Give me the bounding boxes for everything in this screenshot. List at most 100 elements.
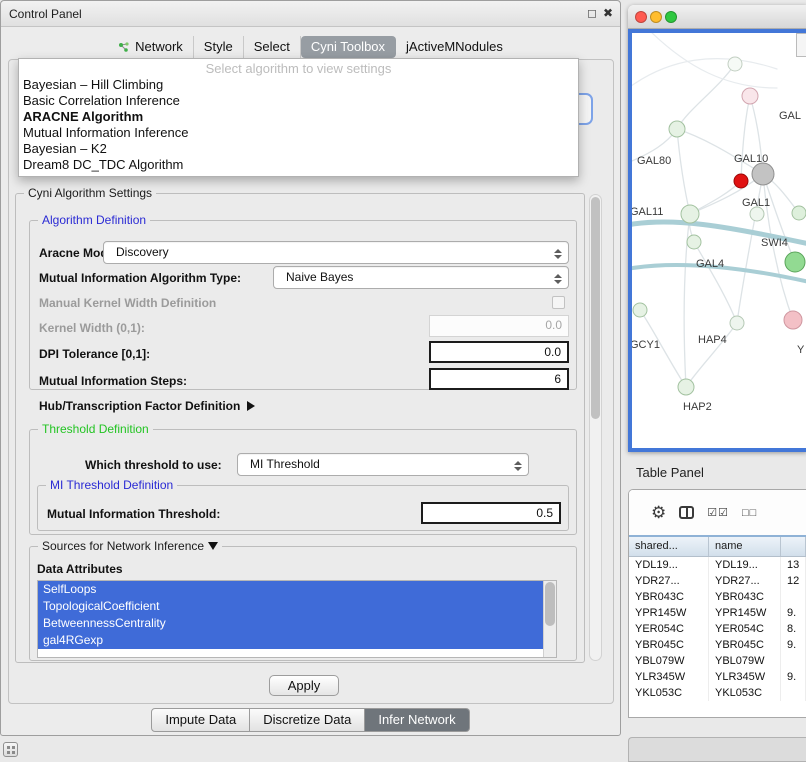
table-cell [781, 589, 806, 605]
tab-cyni-toolbox[interactable]: Cyni Toolbox [301, 36, 396, 58]
minimize-window-icon[interactable] [650, 11, 662, 23]
algorithm-option-basic-correlation-inference[interactable]: Basic Correlation Inference [19, 93, 578, 109]
table-row[interactable]: YBL079WYBL079W [629, 653, 806, 669]
table-cell: YDR27... [629, 573, 709, 589]
dpi-tolerance-field[interactable]: 0.0 [429, 341, 569, 363]
apply-button[interactable]: Apply [269, 675, 339, 696]
attribute-item-betweennesscentrality[interactable]: BetweennessCentrality [38, 615, 544, 632]
gear-icon[interactable]: ⚙ [651, 504, 666, 521]
which-threshold-value: MI Threshold [238, 454, 528, 475]
table-cell: YBR043C [629, 589, 709, 605]
mi-threshold-label: Mutual Information Threshold: [47, 507, 220, 521]
network-node[interactable] [633, 303, 647, 317]
network-node[interactable] [785, 252, 805, 272]
network-edge[interactable] [647, 33, 777, 88]
network-edge[interactable] [686, 323, 737, 387]
float-window-icon[interactable]: ◻ [587, 6, 597, 20]
table-row[interactable]: YPR145WYPR145W9. [629, 605, 806, 621]
table-cell [781, 653, 806, 669]
select-all-checkboxes-icon[interactable]: ☑☑ [707, 506, 729, 519]
network-node[interactable] [792, 206, 806, 220]
deselect-all-checkboxes-icon[interactable]: □□ [742, 507, 757, 519]
data-attributes-list: SelfLoopsTopologicalCoefficientBetweenne… [37, 580, 557, 658]
network-node[interactable] [681, 205, 699, 223]
data-attributes-items: SelfLoopsTopologicalCoefficientBetweenne… [38, 581, 556, 649]
network-node[interactable] [669, 121, 685, 137]
algorithm-option-dream8-dc-tdc-algorithm[interactable]: Dream8 DC_TDC Algorithm [19, 157, 578, 173]
which-threshold-select[interactable]: MI Threshold [237, 453, 529, 476]
tab-network[interactable]: Network [108, 36, 194, 58]
mi-threshold-field[interactable]: 0.5 [421, 502, 561, 524]
tab-label: jActiveMNodules [406, 39, 503, 54]
bottom-tab-discretize-data[interactable]: Discretize Data [250, 708, 365, 732]
attribute-item-selfloops[interactable]: SelfLoops [38, 581, 544, 598]
algorithm-option-bayesian-hill-climbing[interactable]: Bayesian – Hill Climbing [19, 77, 578, 93]
close-window-icon[interactable]: ✖ [603, 6, 613, 20]
bottom-panel-edge [628, 737, 806, 762]
algorithm-option-bayesian-k2[interactable]: Bayesian – K2 [19, 141, 578, 157]
manual-kernel-width-label: Manual Kernel Width Definition [39, 296, 216, 310]
hub-definition-expander[interactable]: Hub/Transcription Factor Definition [39, 399, 255, 413]
bottom-tab-impute-data[interactable]: Impute Data [151, 708, 250, 732]
table-toolbar: ⚙ ☑☑ □□ [629, 490, 806, 535]
column-header-shared[interactable]: shared... [629, 537, 709, 556]
cyni-bottom-tab-bar: Impute DataDiscretize DataInfer Network [1, 708, 620, 732]
mi-algorithm-type-label: Mutual Information Algorithm Type: [39, 271, 241, 285]
network-edge[interactable] [741, 96, 750, 181]
table-cell: YDL19... [629, 557, 709, 573]
bottom-tab-infer-network[interactable]: Infer Network [365, 708, 469, 732]
network-node[interactable] [728, 57, 742, 71]
attribute-list-scrollbar[interactable] [543, 581, 556, 657]
network-node[interactable] [742, 88, 758, 104]
network-node[interactable] [734, 174, 748, 188]
table-cell: YBR045C [709, 637, 781, 653]
aracne-mode-select[interactable]: Discovery [103, 241, 569, 264]
network-node[interactable] [784, 311, 802, 329]
network-scrollbar-button[interactable] [796, 33, 806, 57]
network-node[interactable] [687, 235, 701, 249]
table-row[interactable]: YDL19...YDL19...13 [629, 557, 806, 573]
network-node-label-y: Y [797, 344, 805, 356]
tab-style[interactable]: Style [194, 36, 244, 58]
table-row[interactable]: YLR345WYLR345W9. [629, 669, 806, 685]
network-canvas[interactable]: GAL80GALGAL10GAL11GAL1SWI4GAL4GCY1HAP4YH… [628, 29, 806, 452]
tab-select[interactable]: Select [244, 36, 301, 58]
control-panel-title: Control Panel [9, 1, 82, 27]
network-node[interactable] [678, 379, 694, 395]
mi-steps-field[interactable]: 6 [429, 368, 569, 390]
network-edge[interactable] [694, 242, 737, 323]
attribute-item-topologicalcoefficient[interactable]: TopologicalCoefficient [38, 598, 544, 615]
tab-jactivemnodules[interactable]: jActiveMNodules [396, 36, 513, 58]
network-node[interactable] [750, 207, 764, 221]
network-node[interactable] [730, 316, 744, 330]
network-edge[interactable] [677, 129, 690, 214]
column-header-2[interactable] [781, 537, 806, 556]
attribute-item-gal4rgexp[interactable]: gal4RGexp [38, 632, 544, 649]
table-cell: 9. [781, 637, 806, 653]
network-node[interactable] [752, 163, 774, 185]
attribute-list-scrollbar-thumb[interactable] [545, 582, 555, 626]
close-window-icon[interactable] [635, 11, 647, 23]
manual-kernel-width-checkbox[interactable] [552, 296, 565, 309]
network-graph[interactable]: GAL80GALGAL10GAL11GAL1SWI4GAL4GCY1HAP4YH… [632, 33, 806, 452]
expander-down-icon [208, 542, 218, 550]
zoom-window-icon[interactable] [665, 11, 677, 23]
table-row[interactable]: YDR27...YDR27...12 [629, 573, 806, 589]
kernel-width-field[interactable]: 0.0 [429, 315, 569, 337]
algorithm-option-aracne-algorithm[interactable]: ARACNE Algorithm [19, 109, 578, 125]
column-header-name[interactable]: name [709, 537, 781, 556]
sources-title[interactable]: Sources for Network Inference [38, 539, 222, 553]
settings-scrollbar[interactable] [589, 194, 602, 661]
network-edge[interactable] [677, 129, 763, 174]
table-row[interactable]: YKL053CYKL053C [629, 685, 806, 701]
network-edge[interactable] [677, 64, 735, 129]
settings-scrollbar-thumb[interactable] [591, 197, 600, 419]
columns-icon[interactable] [679, 506, 694, 519]
table-row[interactable]: YBR045CYBR045C9. [629, 637, 806, 653]
table-row[interactable]: YER054CYER054C8. [629, 621, 806, 637]
network-edge[interactable] [632, 59, 777, 89]
collapsed-panel-icon[interactable] [3, 742, 18, 757]
mi-algorithm-type-select[interactable]: Naive Bayes [273, 266, 569, 289]
algorithm-option-mutual-information-inference[interactable]: Mutual Information Inference [19, 125, 578, 141]
table-row[interactable]: YBR043CYBR043C [629, 589, 806, 605]
